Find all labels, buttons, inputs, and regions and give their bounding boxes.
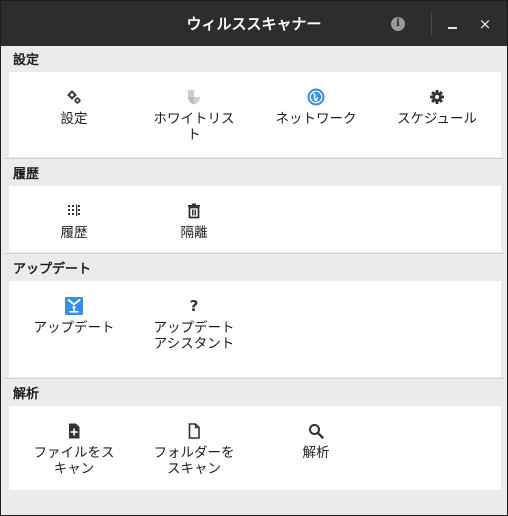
file-add-icon [69,423,80,439]
section-analysis: ファイルをス キャン フォルダーを スキャン 解析 [9,406,501,490]
section-header-settings: 設定 [13,53,40,68]
history-button[interactable]: 履歴 [24,202,124,241]
section-history: 履歴 隔離 [9,186,501,252]
section-header-analysis: 解析 [13,387,40,402]
title-bar[interactable]: ウィルススキャナー i × [1,1,507,46]
scan-file-button[interactable]: ファイルをス キャン [24,422,124,477]
update-button[interactable]: アップデート [24,297,124,336]
globe-icon [307,88,325,106]
analysis-label: 解析 [302,445,330,461]
update-label: アップデート [33,320,115,336]
info-icon[interactable]: i [391,17,405,31]
shield-icon [188,90,200,105]
main-content: 設定 設定 ホワイトリス ト ネットワーク スケジュール 履歴 履歴 隔離 アッ… [4,48,504,490]
quarantine-label: 隔離 [180,225,208,241]
trash-icon [188,203,200,219]
settings-button[interactable]: 設定 [24,88,124,127]
gear-icon [430,90,444,104]
settings-label: 設定 [60,111,88,127]
file-outline-icon [188,423,200,439]
update-download-icon [65,297,83,315]
scan-file-label: ファイルをス キャン [33,445,115,477]
quarantine-button[interactable]: 隔離 [144,202,244,241]
section-update: アップデート ? アップデート アシスタント [9,281,501,377]
network-button[interactable]: ネットワーク [266,88,366,127]
history-list-icon [68,204,80,216]
whitelist-label: ホワイトリスト [153,111,235,143]
close-button[interactable]: × [476,15,494,33]
section-divider [4,253,504,256]
scan-folder-label: フォルダーを スキャン [153,445,235,477]
minimize-icon [448,27,457,29]
whitelist-button[interactable]: ホワイトリスト [144,88,244,143]
history-label: 履歴 [60,225,88,241]
scan-folder-button[interactable]: フォルダーを スキャン [144,422,244,477]
network-label: ネットワーク [275,111,357,127]
section-divider [4,378,504,381]
update-assistant-label: アップデート アシスタント [153,320,235,352]
search-icon [309,424,324,439]
update-assistant-button[interactable]: ? アップデート アシスタント [144,297,244,352]
minimize-button[interactable] [444,15,462,33]
schedule-button[interactable]: スケジュール [387,88,487,127]
schedule-label: スケジュール [396,111,478,127]
titlebar-divider [431,14,432,36]
help-question-icon: ? [189,297,199,315]
section-settings: 設定 ホワイトリスト ネットワーク スケジュール [9,72,501,157]
analysis-button[interactable]: 解析 [266,422,366,461]
app-window: ウィルススキャナー i × 設定 設定 ホワイトリス ト ネットワーク スケジュ… [0,0,508,516]
gears-icon [67,90,81,104]
section-header-history: 履歴 [13,167,40,182]
section-header-update: アップデート [13,262,92,277]
section-divider [4,158,504,161]
